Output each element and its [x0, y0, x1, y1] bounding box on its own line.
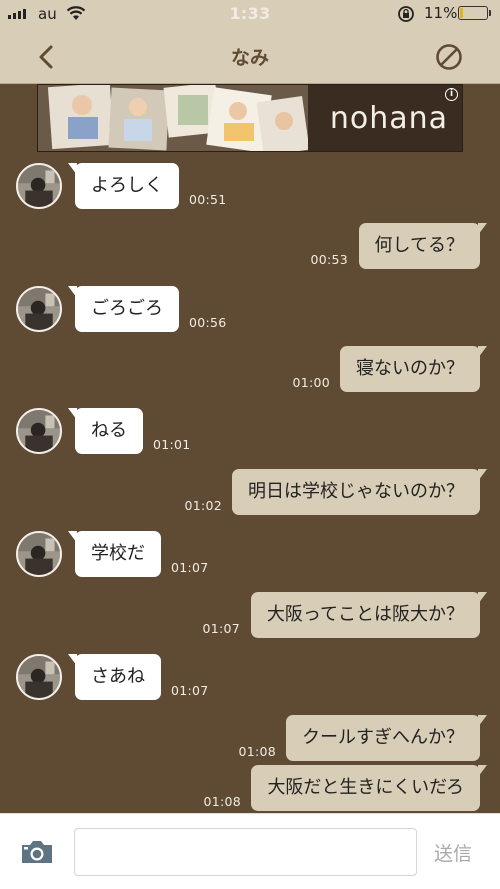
message-timestamp: 01:07 — [171, 560, 209, 575]
incoming-message: よろしく 00:51 — [0, 163, 500, 213]
message-timestamp: 01:07 — [202, 621, 240, 636]
send-button[interactable]: 送信 — [434, 839, 472, 866]
message-timestamp: 00:51 — [189, 192, 227, 207]
avatar[interactable] — [16, 654, 62, 700]
outgoing-message: 明日は学校じゃないのか？ 01:02 — [0, 469, 500, 519]
status-bar: au 1:33 11% — [0, 0, 500, 28]
message-input-bar: 送信 — [0, 813, 500, 889]
incoming-message: ねる 01:01 — [0, 408, 500, 458]
avatar[interactable] — [16, 408, 62, 454]
message-timestamp: 00:53 — [310, 252, 348, 267]
outgoing-message: 大阪だと生きにくいだろ 01:08 — [0, 765, 500, 815]
message-bubble[interactable]: 学校だ — [68, 531, 161, 577]
message-input[interactable] — [74, 828, 417, 876]
message-bubble[interactable]: ごろごろ — [68, 286, 179, 332]
battery-icon — [458, 6, 491, 20]
incoming-message: 学校だ 01:07 — [0, 531, 500, 581]
message-bubble[interactable]: 大阪だと生きにくいだろ — [251, 765, 487, 811]
chat-title: なみ — [230, 47, 269, 69]
battery-percent: 11% — [424, 4, 458, 22]
message-timestamp: 01:00 — [292, 375, 330, 390]
message-timestamp: 00:56 — [189, 315, 227, 330]
avatar[interactable] — [16, 531, 62, 577]
incoming-message: ごろごろ 00:56 — [0, 286, 500, 336]
battery-fill — [460, 8, 463, 18]
avatar[interactable] — [16, 286, 62, 332]
message-timestamp: 01:02 — [184, 498, 222, 513]
message-bubble[interactable]: クールすぎへんか？ — [286, 715, 487, 761]
outgoing-message: クールすぎへんか？ 01:08 — [0, 715, 500, 765]
message-bubble[interactable]: ねる — [68, 408, 143, 454]
ad-banner[interactable]: nohana i — [37, 84, 463, 152]
message-bubble[interactable]: さあね — [68, 654, 161, 700]
outgoing-message: 寝ないのか？ 01:00 — [0, 346, 500, 396]
outgoing-message: 何してる？ 00:53 — [0, 223, 500, 273]
message-timestamp: 01:01 — [153, 437, 191, 452]
incoming-message: さあね 01:07 — [0, 654, 500, 704]
avatar[interactable] — [16, 163, 62, 209]
message-timestamp: 01:08 — [203, 794, 241, 809]
message-bubble[interactable]: 明日は学校じゃないのか？ — [232, 469, 487, 515]
header: なみ — [0, 28, 500, 84]
camera-icon[interactable] — [19, 838, 55, 866]
message-bubble[interactable]: 何してる？ — [358, 223, 488, 269]
message-timestamp: 01:07 — [171, 683, 209, 698]
chevron-left-icon[interactable] — [30, 40, 64, 74]
ad-photo-collage — [38, 85, 308, 151]
info-icon[interactable]: i — [445, 88, 458, 101]
message-timestamp: 01:08 — [238, 744, 276, 759]
message-bubble[interactable]: 寝ないのか？ — [340, 346, 487, 392]
rotation-lock-icon — [398, 6, 414, 22]
outgoing-message: 大阪ってことは阪大か？ 01:07 — [0, 592, 500, 642]
ad-brand: nohana — [329, 101, 448, 136]
message-bubble[interactable]: よろしく — [68, 163, 179, 209]
prohibited-icon[interactable] — [432, 40, 466, 74]
message-bubble[interactable]: 大阪ってことは阪大か？ — [250, 592, 488, 638]
